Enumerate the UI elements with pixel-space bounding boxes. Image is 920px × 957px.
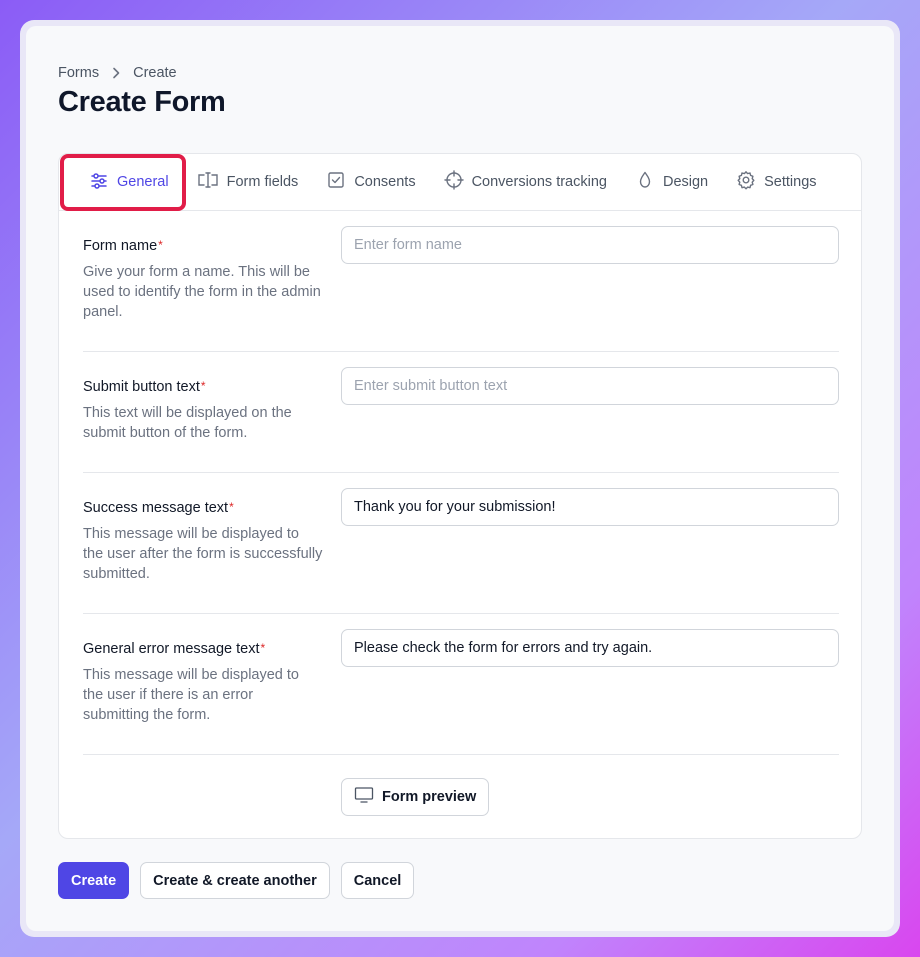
crosshair-icon [443, 170, 464, 194]
form-name-description: Give your form a name. This will be used… [83, 264, 321, 320]
required-mark: * [200, 379, 206, 393]
monitor-icon [354, 786, 374, 808]
tab-form-fields[interactable]: Form fields [183, 164, 313, 200]
page: Forms Create Create Form General Form fi… [26, 26, 894, 931]
divider [83, 351, 839, 352]
submit-text-description: This text will be displayed on the submi… [83, 405, 292, 441]
divider [83, 472, 839, 473]
form-actions: Create Create & create another Cancel [58, 862, 415, 899]
required-mark: * [260, 641, 266, 655]
tab-label: Settings [764, 174, 817, 190]
page-title: Create Form [58, 86, 226, 118]
chevron-right-icon [111, 67, 121, 79]
tab-label: Conversions tracking [471, 174, 607, 190]
tab-label: General [117, 174, 169, 190]
tab-settings[interactable]: Settings [722, 164, 830, 200]
breadcrumb-create: Create [133, 65, 177, 81]
cancel-button[interactable]: Cancel [340, 862, 415, 899]
droplet-icon [635, 170, 655, 194]
field-submit-button-text: Submit button text* This text will be di… [83, 367, 839, 443]
checkbox-icon [326, 170, 346, 194]
field-error-message: General error message text* This message… [83, 629, 839, 725]
tab-consents[interactable]: Consents [312, 164, 429, 200]
required-mark: * [229, 500, 234, 514]
window-frame: Forms Create Create Form General Form fi… [20, 20, 900, 937]
form-card: General Form fields Consents Conversions… [58, 153, 862, 839]
divider [83, 754, 839, 755]
submit-text-input[interactable] [341, 367, 839, 405]
tab-label: Consents [354, 174, 416, 190]
gear-icon [736, 170, 756, 194]
tab-label: Form fields [226, 174, 299, 190]
sliders-icon [89, 170, 109, 194]
form-preview-label: Form preview [382, 789, 477, 805]
success-message-input[interactable] [341, 488, 839, 526]
text-cursor-input-icon [197, 170, 219, 194]
error-message-input[interactable] [341, 629, 839, 667]
field-form-name: Form name* Give your form a name. This w… [83, 226, 839, 322]
success-message-description: This message will be displayed to the us… [83, 526, 323, 582]
tab-design[interactable]: Design [621, 164, 722, 200]
field-success-message: Success message text* This message will … [83, 488, 839, 584]
divider [83, 613, 839, 614]
tab-bar: General Form fields Consents Conversions… [59, 154, 861, 211]
create-another-button[interactable]: Create & create another [140, 862, 330, 899]
tab-conversions-tracking[interactable]: Conversions tracking [430, 164, 621, 200]
tab-label: Design [662, 174, 709, 190]
breadcrumb: Forms Create [58, 65, 177, 81]
form-preview-button[interactable]: Form preview [341, 778, 490, 816]
required-mark: * [158, 238, 163, 252]
breadcrumb-forms[interactable]: Forms [58, 65, 99, 81]
tab-general[interactable]: General [75, 164, 183, 200]
error-message-description: This message will be displayed to the us… [83, 667, 299, 723]
create-button[interactable]: Create [58, 862, 130, 899]
form-name-input[interactable] [341, 226, 839, 264]
